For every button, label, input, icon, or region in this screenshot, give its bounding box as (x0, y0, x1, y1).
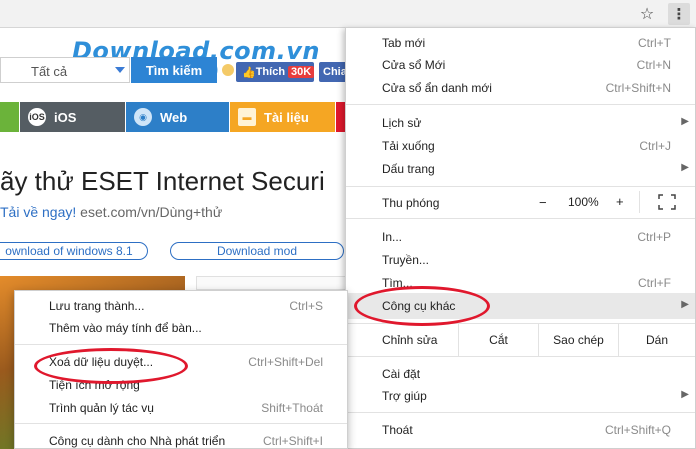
menu-item-label: Thêm vào máy tính để bàn... (49, 321, 202, 335)
zoom-in-button[interactable]: + (616, 194, 624, 209)
menu-item-new-window[interactable]: Cửa sổ Mới Ctrl+N (346, 54, 695, 76)
share-button[interactable]: Chia (319, 62, 347, 82)
download-link-pill[interactable]: Download mod (170, 242, 344, 260)
menu-divider (15, 344, 347, 345)
menu-item-label: In... (382, 230, 403, 244)
zoom-divider (639, 191, 640, 213)
edit-row: Chỉnh sửa Cắt Sao chép Dán (346, 324, 695, 356)
zoom-out-button[interactable]: − (539, 195, 547, 210)
menu-item-history[interactable]: Lịch sử ▶ (346, 112, 695, 134)
annotation-ellipse (34, 348, 188, 384)
menu-item-cast[interactable]: Truyền... (346, 249, 695, 271)
facebook-like-button[interactable]: 👍 Thích 30K (236, 62, 315, 82)
menu-item-shortcut: Ctrl+Shift+N (605, 81, 671, 95)
menu-item-shortcut: Ctrl+S (289, 299, 323, 313)
nav-item-ios[interactable]: iOS iOS (20, 102, 126, 132)
ad-url: eset.com/vn/Dùng+thử (80, 204, 223, 220)
menu-item-bookmarks[interactable]: Dấu trang ▶ (346, 158, 695, 180)
zoom-row: Thu phóng − 100% + (346, 187, 695, 217)
menu-divider (346, 104, 695, 105)
bookmark-star-icon[interactable]: ☆ (636, 3, 658, 25)
menu-item-shortcut: Shift+Thoát (261, 401, 323, 415)
menu-item-label: Cài đặt (382, 367, 421, 381)
chevron-down-icon (115, 67, 125, 73)
menu-item-label: Thoát (382, 423, 413, 437)
like-count: 30K (288, 66, 315, 78)
ios-icon: iOS (28, 108, 46, 126)
zoom-level: 100% (568, 195, 599, 209)
nav-label: Tài liệu (264, 109, 309, 125)
category-navbar: iOS iOS ◉ Web ▬ Tài liệu (0, 102, 346, 132)
side-thumbnail[interactable] (196, 276, 346, 290)
browser-toolbar: ☆ ⋮ (0, 0, 696, 28)
menu-item-shortcut: Ctrl+N (636, 58, 671, 72)
submenu-item-add-to-desktop[interactable]: Thêm vào máy tính để bàn... (15, 317, 347, 339)
menu-item-label: Tab mới (382, 36, 426, 50)
menu-item-downloads[interactable]: Tải xuống Ctrl+J (346, 135, 695, 157)
menu-item-label: Cửa sổ Mới (382, 58, 446, 72)
submenu-arrow-icon: ▶ (681, 389, 689, 400)
thumbs-up-icon: 👍 (242, 66, 256, 79)
menu-item-label: Trình quản lý tác vụ (49, 401, 154, 415)
copy-button[interactable]: Sao chép (538, 324, 618, 356)
menu-item-shortcut: Ctrl+Shift+I (262, 434, 323, 448)
menu-item-label: Cửa sổ ẩn danh mới (382, 81, 492, 95)
submenu-arrow-icon: ▶ (681, 162, 689, 173)
submenu-item-task-manager[interactable]: Trình quản lý tác vụ Shift+Thoát (15, 397, 347, 419)
ad-headline[interactable]: ãy thử ESET Internet Securi (0, 166, 325, 197)
ad-cta: Tải về ngay! (0, 204, 77, 220)
nav-item-android[interactable] (0, 102, 20, 132)
ad-subline[interactable]: Tải về ngay! eset.com/vn/Dùng+thử (0, 204, 222, 220)
menu-item-print[interactable]: In... Ctrl+P (346, 226, 695, 248)
search-category-value: Tất cả (31, 64, 68, 79)
edit-label: Chỉnh sửa (382, 333, 438, 347)
menu-divider (15, 423, 347, 424)
zoom-label: Thu phóng (382, 196, 440, 210)
menu-item-new-incognito-window[interactable]: Cửa sổ ẩn danh mới Ctrl+Shift+N (346, 77, 695, 99)
menu-item-shortcut: Ctrl+P (637, 230, 671, 244)
menu-item-settings[interactable]: Cài đặt (346, 363, 695, 385)
menu-item-shortcut: Ctrl+F (638, 276, 671, 290)
chrome-main-menu: Tab mới Ctrl+T Cửa sổ Mới Ctrl+N Cửa sổ … (345, 27, 696, 449)
menu-item-shortcut: Ctrl+Shift+Del (248, 355, 323, 369)
like-label: Thích (255, 66, 286, 78)
menu-divider (346, 412, 695, 413)
menu-item-label: Công cụ dành cho Nhà phát triển (49, 434, 226, 448)
nav-item-web[interactable]: ◉ Web (126, 102, 230, 132)
submenu-item-developer-tools[interactable]: Công cụ dành cho Nhà phát triển Ctrl+Shi… (15, 430, 347, 449)
menu-item-shortcut: Ctrl+T (638, 36, 671, 50)
menu-divider (346, 356, 695, 357)
globe-icon: ◉ (134, 108, 152, 126)
submenu-arrow-icon: ▶ (681, 116, 689, 127)
paste-button[interactable]: Dán (618, 324, 695, 356)
menu-item-label: Tải xuống (382, 139, 435, 153)
cut-button[interactable]: Cắt (458, 324, 538, 356)
search-button[interactable]: Tìm kiếm (131, 57, 217, 83)
menu-item-exit[interactable]: Thoát Ctrl+Shift+Q (346, 419, 695, 441)
menu-item-shortcut: Ctrl+Shift+Q (604, 423, 671, 437)
menu-item-help[interactable]: Trợ giúp ▶ (346, 385, 695, 407)
menu-item-label: Trợ giúp (382, 389, 427, 403)
submenu-item-save-page[interactable]: Lưu trang thành... Ctrl+S (15, 295, 347, 317)
chrome-menu-button[interactable]: ⋮ (668, 3, 690, 25)
search-category-select[interactable]: Tất cả (0, 57, 130, 83)
fullscreen-icon[interactable] (658, 194, 676, 210)
menu-item-shortcut: Ctrl+J (639, 139, 671, 153)
nav-item-documents[interactable]: ▬ Tài liệu (230, 102, 336, 132)
menu-item-label: Truyền... (382, 253, 429, 267)
menu-item-label: Lưu trang thành... (49, 299, 145, 313)
nav-label: Web (160, 109, 188, 125)
submenu-arrow-icon: ▶ (681, 299, 689, 310)
menu-item-label: Dấu trang (382, 162, 435, 176)
annotation-ellipse (354, 286, 490, 326)
nav-label: iOS (54, 109, 77, 125)
folder-icon: ▬ (238, 108, 256, 126)
menu-divider (346, 218, 695, 219)
download-link-pill[interactable]: ownload of windows 8.1 (0, 242, 148, 260)
menu-item-label: Lịch sử (382, 116, 422, 130)
menu-item-new-tab[interactable]: Tab mới Ctrl+T (346, 32, 695, 54)
